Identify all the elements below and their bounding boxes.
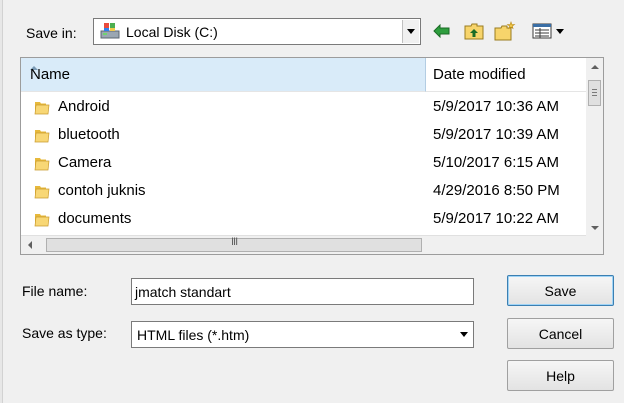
- list-item[interactable]: contoh juknis 4/29/2016 8:50 PM: [21, 177, 587, 205]
- file-name: contoh juknis: [58, 182, 146, 199]
- chevron-down-icon: [459, 332, 468, 337]
- scroll-left-button[interactable]: [21, 236, 38, 254]
- folder-icon: [34, 211, 50, 227]
- cancel-button[interactable]: Cancel: [507, 318, 614, 349]
- list-item[interactable]: bluetooth 5/9/2017 10:39 AM: [21, 121, 587, 149]
- new-folder-icon[interactable]: [494, 20, 516, 42]
- chevron-up-icon: [590, 64, 599, 69]
- vertical-scroll-thumb[interactable]: [588, 80, 601, 106]
- horizontal-scrollbar[interactable]: III: [21, 235, 603, 254]
- save-button[interactable]: Save: [507, 275, 614, 306]
- save-in-value: Local Disk (C:): [126, 24, 218, 40]
- back-arrow-icon[interactable]: [432, 20, 452, 42]
- column-header-date-modified[interactable]: Date modified: [426, 58, 603, 92]
- local-disk-icon: [100, 22, 120, 40]
- save-as-type-value: HTML files (*.htm): [137, 327, 250, 343]
- save-as-type-dropdown-arrow[interactable]: [455, 323, 472, 346]
- column-header-date-label: Date modified: [433, 66, 526, 83]
- horizontal-scroll-thumb[interactable]: III: [46, 236, 422, 252]
- chevron-left-icon: [27, 241, 32, 249]
- scroll-down-button[interactable]: [586, 219, 603, 236]
- scroll-grip: III: [231, 236, 238, 248]
- help-button[interactable]: Help: [507, 360, 614, 391]
- vertical-scrollbar[interactable]: [586, 58, 603, 236]
- column-header-name[interactable]: Name: [21, 58, 426, 92]
- file-name: Android: [58, 98, 110, 115]
- file-name-label: File name:: [22, 283, 88, 299]
- save-in-dropdown[interactable]: Local Disk (C:): [93, 18, 421, 45]
- folder-icon: [34, 183, 50, 199]
- folder-icon: [34, 155, 50, 171]
- file-name: bluetooth: [58, 126, 120, 143]
- column-header-name-label: Name: [30, 66, 71, 83]
- save-as-type-dropdown[interactable]: HTML files (*.htm): [131, 321, 474, 348]
- file-date: 5/10/2017 6:15 AM: [433, 154, 559, 171]
- up-one-level-icon[interactable]: [463, 20, 485, 42]
- window-left-edge: [0, 0, 3, 403]
- file-name: documents: [58, 210, 132, 227]
- list-item[interactable]: Camera 5/10/2017 6:15 AM: [21, 149, 587, 177]
- chevron-down-icon: [590, 225, 599, 230]
- view-menu-icon[interactable]: [530, 20, 570, 42]
- file-date: 4/29/2016 8:50 PM: [433, 182, 560, 199]
- scrollbar-corner: [586, 235, 603, 254]
- scroll-up-button[interactable]: [586, 58, 603, 75]
- file-date: 5/9/2017 10:22 AM: [433, 210, 559, 227]
- file-name-input[interactable]: jmatch standart: [131, 278, 474, 305]
- file-list-header: Name Date modified: [21, 58, 603, 92]
- chevron-down-icon: [407, 29, 415, 34]
- list-item[interactable]: Android 5/9/2017 10:36 AM: [21, 93, 587, 121]
- save-as-type-label: Save as type:: [22, 325, 107, 341]
- list-item[interactable]: documents 5/9/2017 10:22 AM: [21, 205, 587, 233]
- folder-icon: [34, 99, 50, 115]
- file-date: 5/9/2017 10:36 AM: [433, 98, 559, 115]
- file-name: Camera: [58, 154, 112, 171]
- folder-icon: [34, 127, 50, 143]
- file-date: 5/9/2017 10:39 AM: [433, 126, 559, 143]
- save-in-label: Save in:: [26, 25, 77, 41]
- save-in-dropdown-arrow[interactable]: [402, 20, 419, 43]
- file-list[interactable]: Name Date modified Android 5/9/2017 10:3…: [20, 57, 604, 255]
